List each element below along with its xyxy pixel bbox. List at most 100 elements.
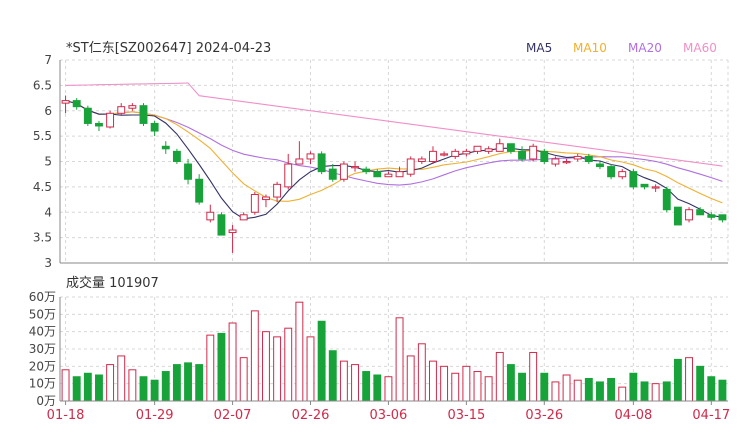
volume-bar xyxy=(551,381,560,402)
price-tick-label: 7 xyxy=(44,53,52,67)
volume-bar xyxy=(195,364,204,402)
price-tick-label: 6 xyxy=(44,104,52,118)
volume-bar xyxy=(172,364,181,402)
volume-tick-label: 20万 xyxy=(29,359,56,373)
date-tick-label: 04-17 xyxy=(692,408,730,423)
price-tick-label: 4.5 xyxy=(33,180,52,194)
candle xyxy=(417,158,426,162)
volume-bar xyxy=(417,343,426,402)
candle xyxy=(128,105,137,109)
price-tick-label: 3.5 xyxy=(33,231,52,245)
price-axis: 7 6.5 6 5.5 5 4.5 4 3.5 3 xyxy=(33,53,52,270)
volume-bar xyxy=(651,383,660,402)
ma-lines xyxy=(65,82,723,220)
volume-bar xyxy=(351,364,359,402)
candle xyxy=(429,150,437,163)
volume-tick-label: 0万 xyxy=(36,394,56,408)
candle xyxy=(317,153,326,173)
date-tick-label: 01-18 xyxy=(47,408,85,423)
candle xyxy=(451,150,460,157)
volume-bar xyxy=(596,381,604,402)
candle xyxy=(328,168,337,180)
volume-bar xyxy=(607,377,616,402)
candle xyxy=(651,186,660,189)
candle xyxy=(484,148,493,152)
candle xyxy=(106,112,115,128)
volume-bar xyxy=(273,336,282,402)
candle xyxy=(117,106,126,114)
volume-bar xyxy=(150,379,159,402)
chart-title: *ST仁东[SZ002647] 2024-04-23 xyxy=(66,41,271,56)
volume-bar xyxy=(718,379,727,402)
candle xyxy=(640,183,649,188)
price-tick-label: 3 xyxy=(44,256,52,270)
volume-bar xyxy=(295,301,304,402)
date-tick-label: 01-29 xyxy=(136,408,174,423)
date-tick-label: 02-26 xyxy=(292,408,330,423)
volume-grid xyxy=(59,296,728,402)
price-tick-label: 5.5 xyxy=(33,129,52,143)
volume-bar xyxy=(451,372,460,402)
volume-bar xyxy=(518,372,526,402)
volume-bar xyxy=(506,364,515,402)
volume-bar xyxy=(540,372,549,402)
candle xyxy=(440,153,449,156)
volume-bar xyxy=(495,351,504,402)
stock-chart: *ST仁东[SZ002647] 2024-04-23 MA5 MA10 MA20 MA… xyxy=(0,0,740,440)
candle xyxy=(306,153,315,160)
volume-bar xyxy=(573,379,582,402)
volume-bar xyxy=(117,355,126,402)
date-tick-label: 03-26 xyxy=(525,408,563,423)
volume-bar xyxy=(618,386,627,402)
volume-tick-label: 40万 xyxy=(29,325,56,339)
candle xyxy=(406,158,415,175)
volume-tick-label: 50万 xyxy=(29,307,56,321)
volume-bar xyxy=(462,365,471,402)
candle xyxy=(351,166,359,169)
candle xyxy=(384,173,393,178)
candle xyxy=(607,166,616,178)
volume-bar xyxy=(339,360,348,402)
volume-bar xyxy=(484,376,493,402)
price-tick-label: 6.5 xyxy=(33,78,52,92)
candle xyxy=(551,158,560,165)
candle xyxy=(195,178,204,203)
candle xyxy=(72,100,81,108)
date-tick-label: 04-08 xyxy=(614,408,652,423)
date-tick-label: 03-06 xyxy=(370,408,408,423)
candle xyxy=(83,107,92,124)
volume-bar xyxy=(395,317,404,402)
candle xyxy=(273,183,282,198)
ma-line-ma10 xyxy=(65,100,723,204)
candle xyxy=(95,122,103,127)
candle xyxy=(250,193,259,213)
candle xyxy=(473,145,482,152)
volume-bar xyxy=(328,350,337,402)
volume-bar xyxy=(429,360,437,402)
candle xyxy=(161,145,170,150)
candle xyxy=(562,161,571,164)
volume-bar xyxy=(161,371,170,402)
legend-ma20: MA20 xyxy=(628,41,662,55)
candle xyxy=(462,150,471,155)
volume-bar xyxy=(83,372,92,402)
candle xyxy=(506,143,515,152)
candle xyxy=(629,171,638,188)
candle xyxy=(150,122,159,132)
price-grid xyxy=(59,59,729,264)
candle xyxy=(662,188,671,211)
volume-bar xyxy=(406,355,415,402)
candle xyxy=(696,209,705,216)
volume-bar xyxy=(640,381,649,402)
date-tick-label: 03-15 xyxy=(447,408,485,423)
volume-bar xyxy=(384,376,393,402)
legend-ma5: MA5 xyxy=(526,41,552,55)
volume-bar xyxy=(228,322,237,402)
volume-bar xyxy=(128,369,137,402)
price-tick-label: 5 xyxy=(44,155,52,169)
date-tick-label: 02-07 xyxy=(214,408,252,423)
volume-bar xyxy=(373,374,382,402)
volume-label: 成交量 101907 xyxy=(66,275,159,291)
volume-tick-label: 60万 xyxy=(29,290,56,304)
candle xyxy=(495,143,504,152)
